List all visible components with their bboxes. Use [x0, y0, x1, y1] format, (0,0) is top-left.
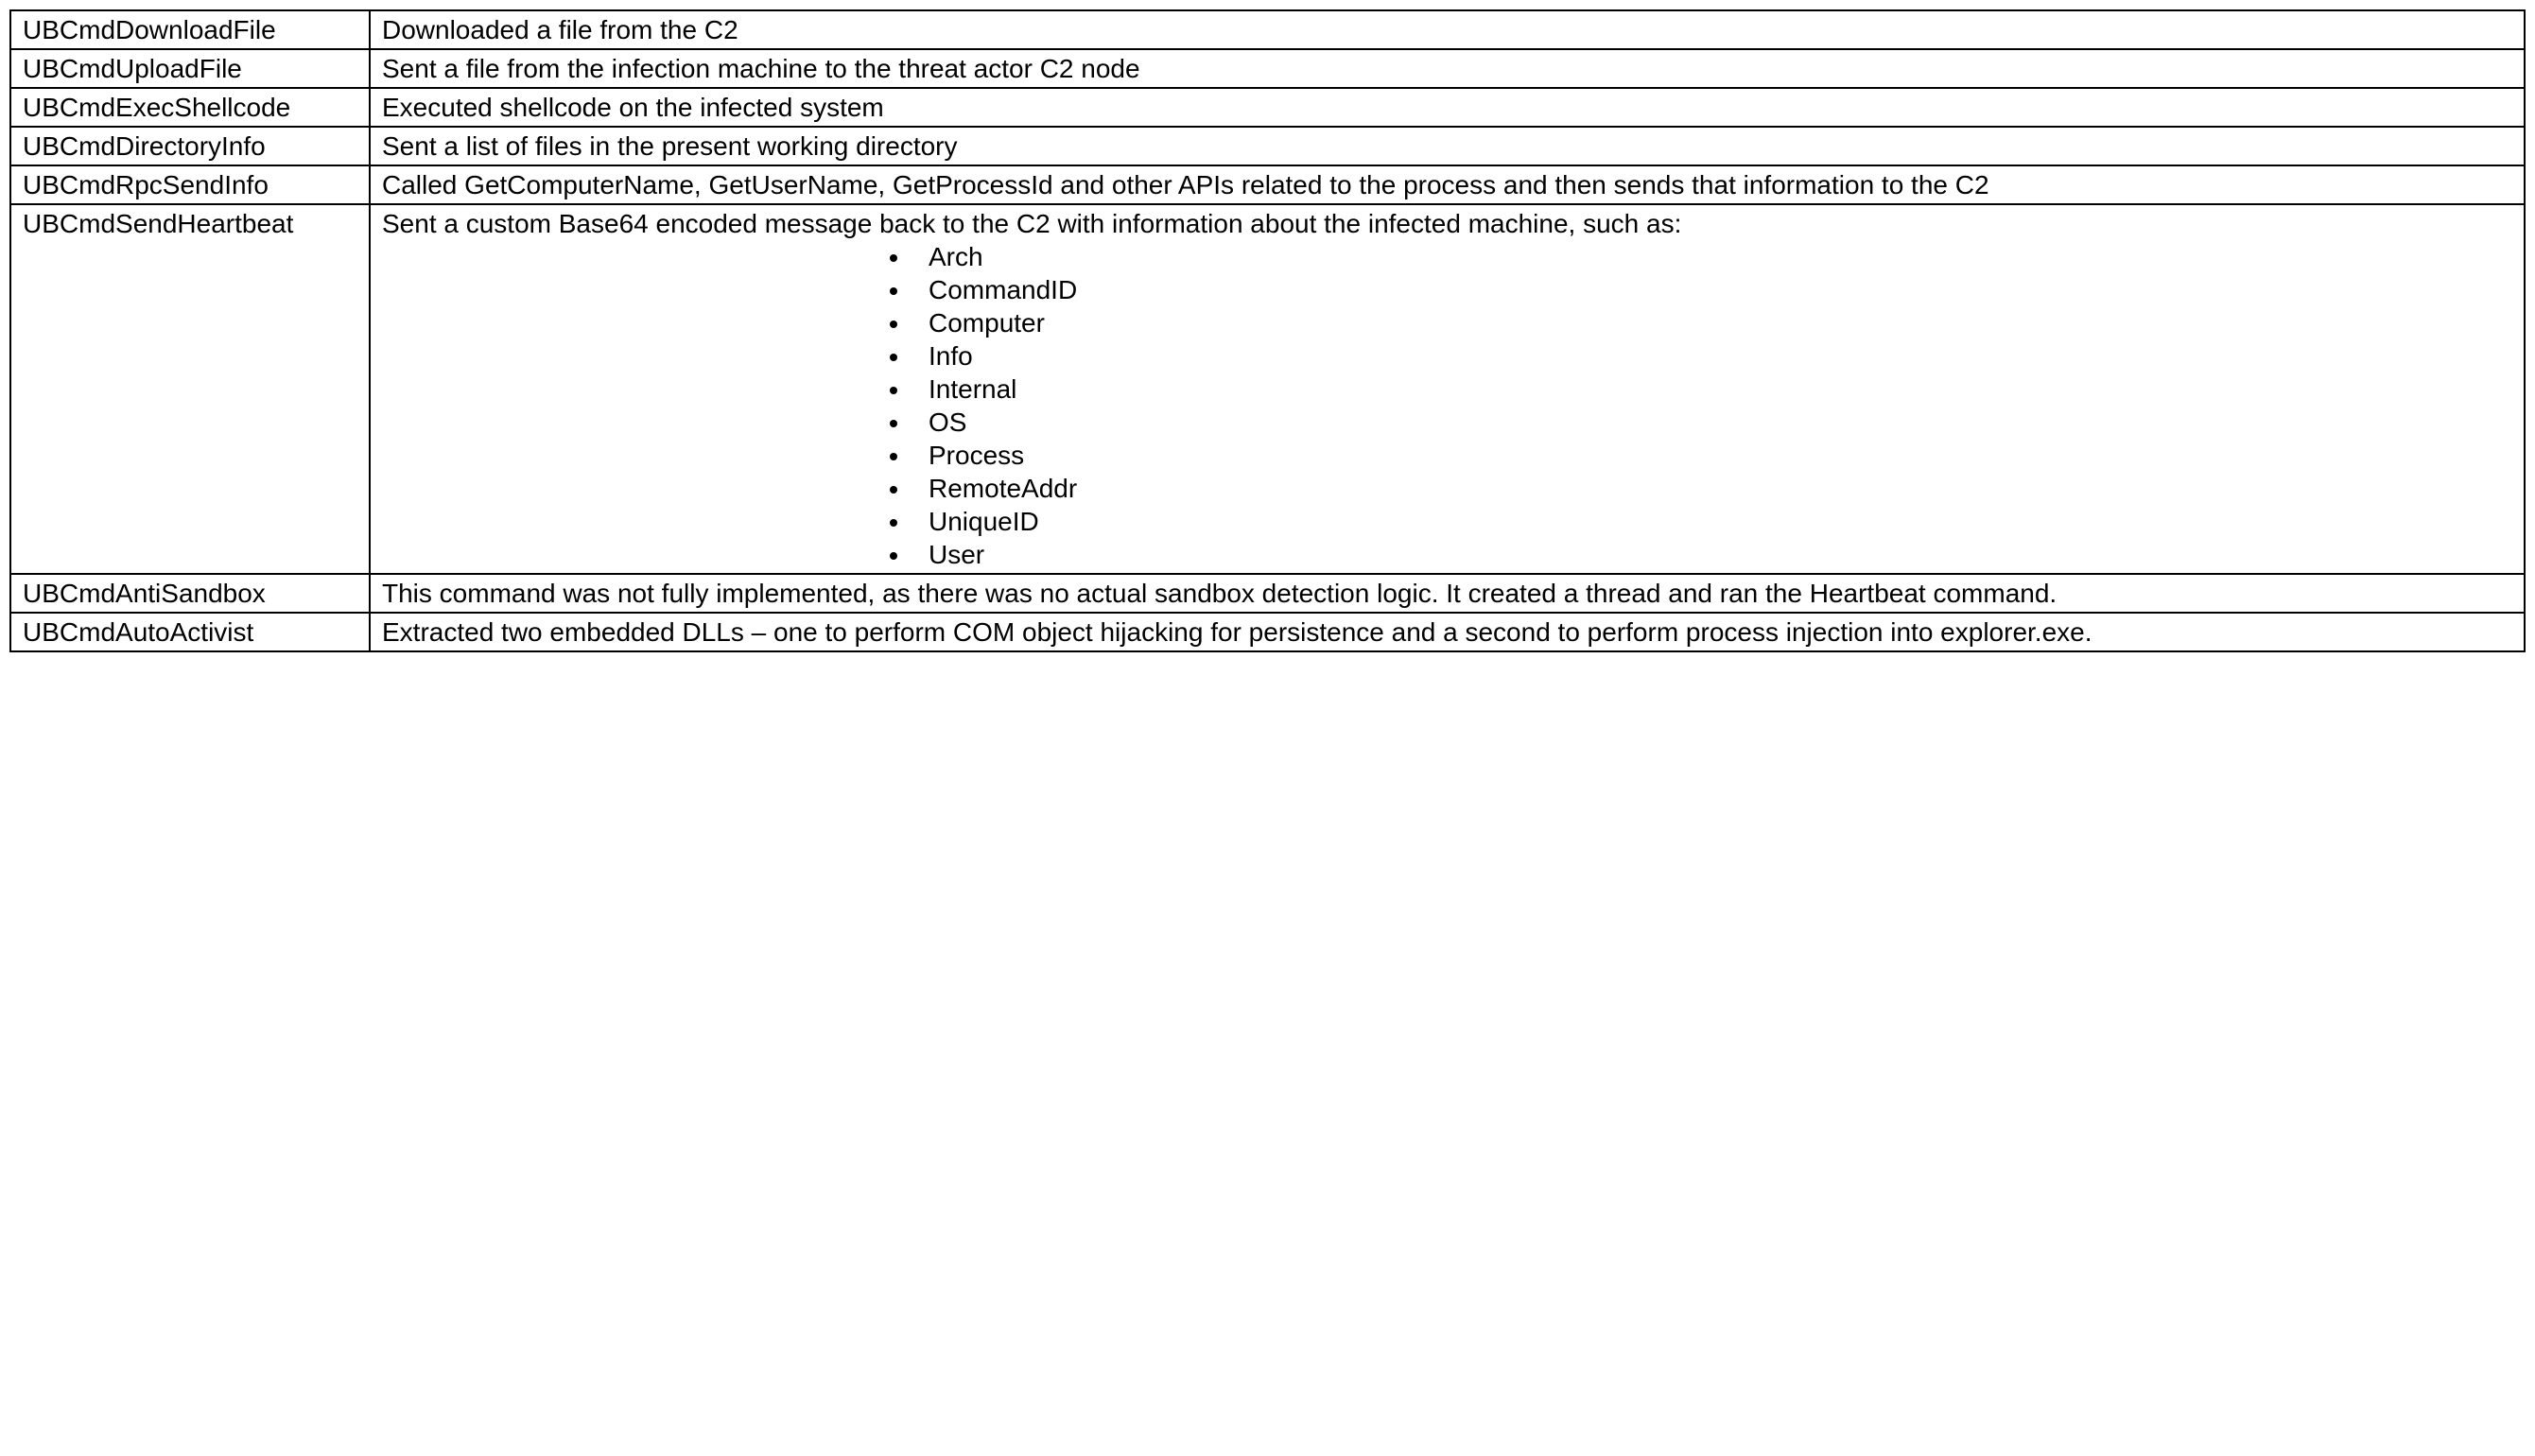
cmd-desc: Downloaded a file from the C2 [370, 10, 2525, 49]
table-row: UBCmdAntiSandbox This command was not fu… [10, 574, 2525, 613]
table-row: UBCmdSendHeartbeat Sent a custom Base64 … [10, 204, 2525, 574]
cmd-name: UBCmdDownloadFile [10, 10, 370, 49]
list-item: Internal [912, 373, 2512, 406]
list-item: OS [912, 406, 2512, 439]
list-item: Info [912, 339, 2512, 373]
table-row: UBCmdExecShellcode Executed shellcode on… [10, 88, 2525, 127]
table-row: UBCmdAutoActivist Extracted two embedded… [10, 613, 2525, 651]
cmd-name: UBCmdAutoActivist [10, 613, 370, 651]
table-row: UBCmdRpcSendInfo Called GetComputerName,… [10, 165, 2525, 204]
list-item: User [912, 538, 2512, 571]
cmd-name: UBCmdRpcSendInfo [10, 165, 370, 204]
heartbeat-fields-list: Arch CommandID Computer Info Internal OS… [382, 240, 2512, 571]
cmd-desc: Called GetComputerName, GetUserName, Get… [370, 165, 2525, 204]
table-row: UBCmdDownloadFile Downloaded a file from… [10, 10, 2525, 49]
cmd-desc: Sent a custom Base64 encoded message bac… [370, 204, 2525, 574]
table-row: UBCmdUploadFile Sent a file from the inf… [10, 49, 2525, 88]
list-item: Arch [912, 240, 2512, 273]
cmd-desc: Extracted two embedded DLLs – one to per… [370, 613, 2525, 651]
cmd-name: UBCmdSendHeartbeat [10, 204, 370, 574]
cmd-desc: This command was not fully implemented, … [370, 574, 2525, 613]
cmd-name: UBCmdUploadFile [10, 49, 370, 88]
cmd-name: UBCmdExecShellcode [10, 88, 370, 127]
cmd-desc: Executed shellcode on the infected syste… [370, 88, 2525, 127]
commands-table: UBCmdDownloadFile Downloaded a file from… [9, 9, 2526, 652]
list-item: CommandID [912, 273, 2512, 306]
cmd-desc: Sent a list of files in the present work… [370, 127, 2525, 165]
table-row: UBCmdDirectoryInfo Sent a list of files … [10, 127, 2525, 165]
list-item: Computer [912, 306, 2512, 339]
list-item: Process [912, 439, 2512, 472]
cmd-desc-text: Sent a custom Base64 encoded message bac… [382, 209, 1681, 238]
cmd-desc: Sent a file from the infection machine t… [370, 49, 2525, 88]
list-item: RemoteAddr [912, 472, 2512, 505]
cmd-name: UBCmdAntiSandbox [10, 574, 370, 613]
list-item: UniqueID [912, 505, 2512, 538]
cmd-name: UBCmdDirectoryInfo [10, 127, 370, 165]
